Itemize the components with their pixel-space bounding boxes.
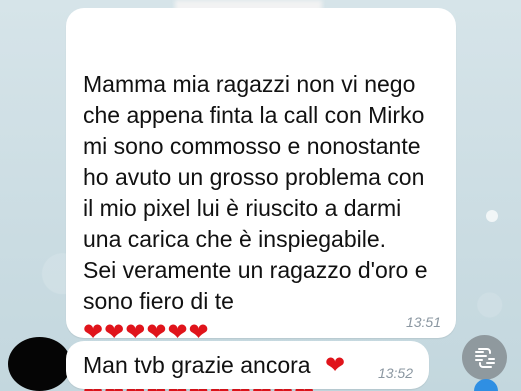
message-bubble-long[interactable]: Mamma mia ragazzi non vi nego che appena… <box>66 8 456 391</box>
message-time-short: 13:52 <box>377 365 413 381</box>
translate-button[interactable] <box>462 335 507 380</box>
message-text-short: Man tvb grazie ancora ❤ <box>83 351 345 379</box>
translate-icon <box>474 347 495 368</box>
floating-dot <box>486 210 498 222</box>
message-time: 13:51 <box>405 314 441 330</box>
heart-icon: ❤ <box>324 351 346 379</box>
message-body-short: Man tvb grazie ancora <box>83 352 311 378</box>
avatar-icon[interactable] <box>8 337 71 391</box>
message-bubble-short[interactable]: Man tvb grazie ancora ❤ 13:52 <box>66 341 429 389</box>
message-body: Mamma mia ragazzi non vi nego che appena… <box>83 71 428 314</box>
message-text: Mamma mia ragazzi non vi nego che appena… <box>83 38 443 391</box>
